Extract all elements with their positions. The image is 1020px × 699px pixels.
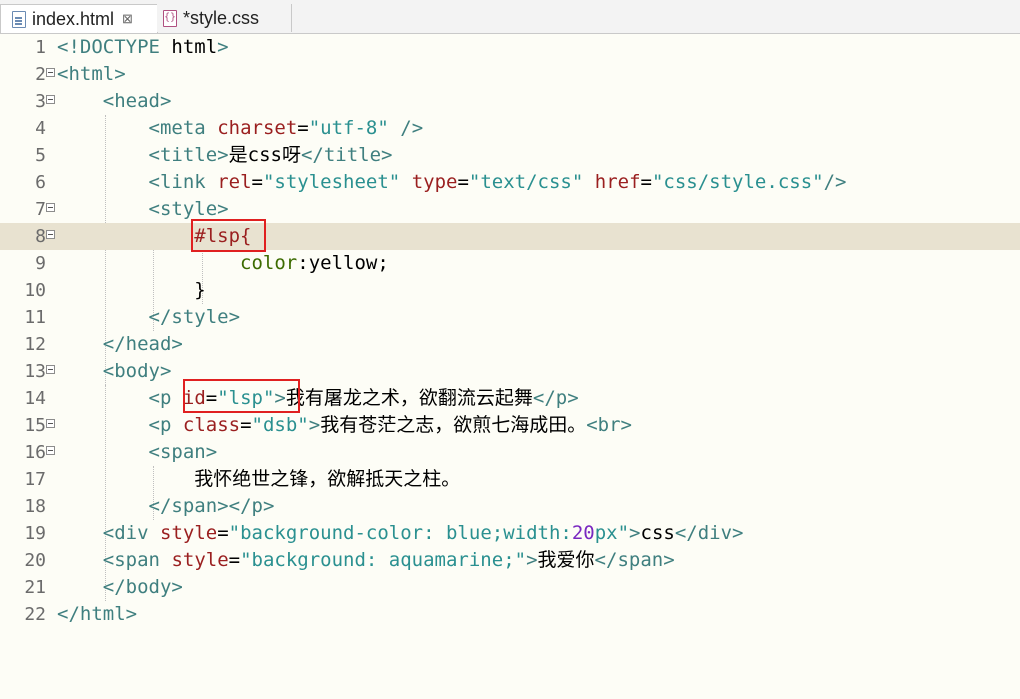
line-code: </span></p>: [148, 495, 275, 517]
line-number: 3: [35, 91, 46, 112]
line-number: 9: [35, 253, 46, 274]
code-line: 17 我怀绝世之锋，欲解抵天之柱。: [0, 466, 1020, 493]
css-file-icon: {}: [163, 9, 177, 27]
code-line: 5 <title>是css呀</title>: [0, 142, 1020, 169]
tab-style-css[interactable]: {} *style.css: [157, 4, 292, 32]
line-number: 19: [24, 523, 46, 544]
current-code-line: 8 #lsp{: [0, 223, 1020, 250]
line-number: 8: [35, 226, 46, 247]
line-number: 18: [24, 496, 46, 517]
line-code: <!DOCTYPE html>: [57, 36, 229, 58]
line-number: 1: [35, 37, 46, 58]
line-number: 13: [24, 361, 46, 382]
line-number: 12: [24, 334, 46, 355]
line-code: color:yellow;: [240, 252, 389, 274]
line-code: <div style="background-color: blue;width…: [102, 522, 744, 544]
line-code: <p id="lsp">我有屠龙之术，欲翻流云起舞</p>: [148, 387, 579, 409]
highlight-box-selector: [191, 219, 266, 252]
fold-toggle-icon[interactable]: [46, 419, 55, 428]
line-number: 15: [24, 415, 46, 436]
tab-label: *style.css: [183, 7, 260, 28]
line-code: <body>: [102, 360, 172, 382]
line-code: <p class="dsb">我有苍茫之志，欲煎七海成田。<br>: [148, 414, 632, 436]
code-line: 21 </body>: [0, 574, 1020, 601]
code-line: 18 </span></p>: [0, 493, 1020, 520]
fold-toggle-icon[interactable]: [46, 68, 55, 77]
code-line: 7 <style>: [0, 196, 1020, 223]
code-line: 19 <div style="background-color: blue;wi…: [0, 520, 1020, 547]
fold-toggle-icon[interactable]: [46, 446, 55, 455]
code-line: 9 color:yellow;: [0, 250, 1020, 277]
line-code: </head>: [102, 333, 183, 355]
line-code: <span>: [148, 441, 218, 463]
code-line: 22 </html>: [0, 601, 1020, 628]
editor-tab-bar: index.html ⊠ {} *style.css: [0, 0, 1020, 34]
line-code: </body>: [102, 576, 183, 598]
line-code: <head>: [102, 90, 172, 112]
code-line: 16 <span>: [0, 439, 1020, 466]
close-icon[interactable]: ⊠: [122, 11, 133, 27]
code-line: 10 }: [0, 277, 1020, 304]
code-line: 3 <head>: [0, 88, 1020, 115]
line-number: 22: [24, 604, 46, 625]
tab-label: index.html: [32, 8, 115, 29]
line-code: </style>: [148, 306, 241, 328]
fold-toggle-icon[interactable]: [46, 95, 55, 104]
tab-index-html[interactable]: index.html ⊠: [0, 4, 158, 33]
line-number: 4: [35, 118, 46, 139]
code-line: 11 </style>: [0, 304, 1020, 331]
code-line: 14 <p id="lsp">我有屠龙之术，欲翻流云起舞</p>: [0, 385, 1020, 412]
code-line: 13 <body>: [0, 358, 1020, 385]
line-number: 6: [35, 172, 46, 193]
line-number: 2: [35, 64, 46, 85]
fold-toggle-icon[interactable]: [46, 230, 55, 239]
line-code: <span style="background: aquamarine;">我爱…: [102, 549, 675, 571]
line-code: </html>: [57, 603, 138, 625]
line-code: <html>: [57, 63, 126, 85]
code-line: 15 <p class="dsb">我有苍茫之志，欲煎七海成田。<br>: [0, 412, 1020, 439]
code-line: 4 <meta charset="utf-8" />: [0, 115, 1020, 142]
line-number: 10: [24, 280, 46, 301]
line-code: 我怀绝世之锋，欲解抵天之柱。: [57, 468, 461, 490]
line-number: 5: [35, 145, 46, 166]
code-line: 20 <span style="background: aquamarine;"…: [0, 547, 1020, 574]
line-number: 20: [24, 550, 46, 571]
line-number: 14: [24, 388, 46, 409]
fold-toggle-icon[interactable]: [46, 203, 55, 212]
line-code: <title>是css呀</title>: [148, 144, 393, 166]
line-number: 11: [24, 307, 46, 328]
fold-toggle-icon[interactable]: [46, 365, 55, 374]
line-code: <meta charset="utf-8" />: [148, 117, 424, 139]
code-line: 2 <html>: [0, 61, 1020, 88]
line-number: 21: [24, 577, 46, 598]
code-line: 12 </head>: [0, 331, 1020, 358]
line-code: <link rel="stylesheet" type="text/css" h…: [148, 171, 847, 193]
code-editor[interactable]: 1 <!DOCTYPE html> 2 <html> 3 <head> 4 <m…: [0, 34, 1020, 699]
line-number: 17: [24, 469, 46, 490]
highlight-box-id-attribute: [183, 379, 300, 413]
line-number: 16: [24, 442, 46, 463]
code-line: 6 <link rel="stylesheet" type="text/css"…: [0, 169, 1020, 196]
html-file-icon: [12, 10, 26, 28]
code-line: 1 <!DOCTYPE html>: [0, 34, 1020, 61]
line-number: 7: [35, 199, 46, 220]
line-code: }: [57, 279, 206, 301]
